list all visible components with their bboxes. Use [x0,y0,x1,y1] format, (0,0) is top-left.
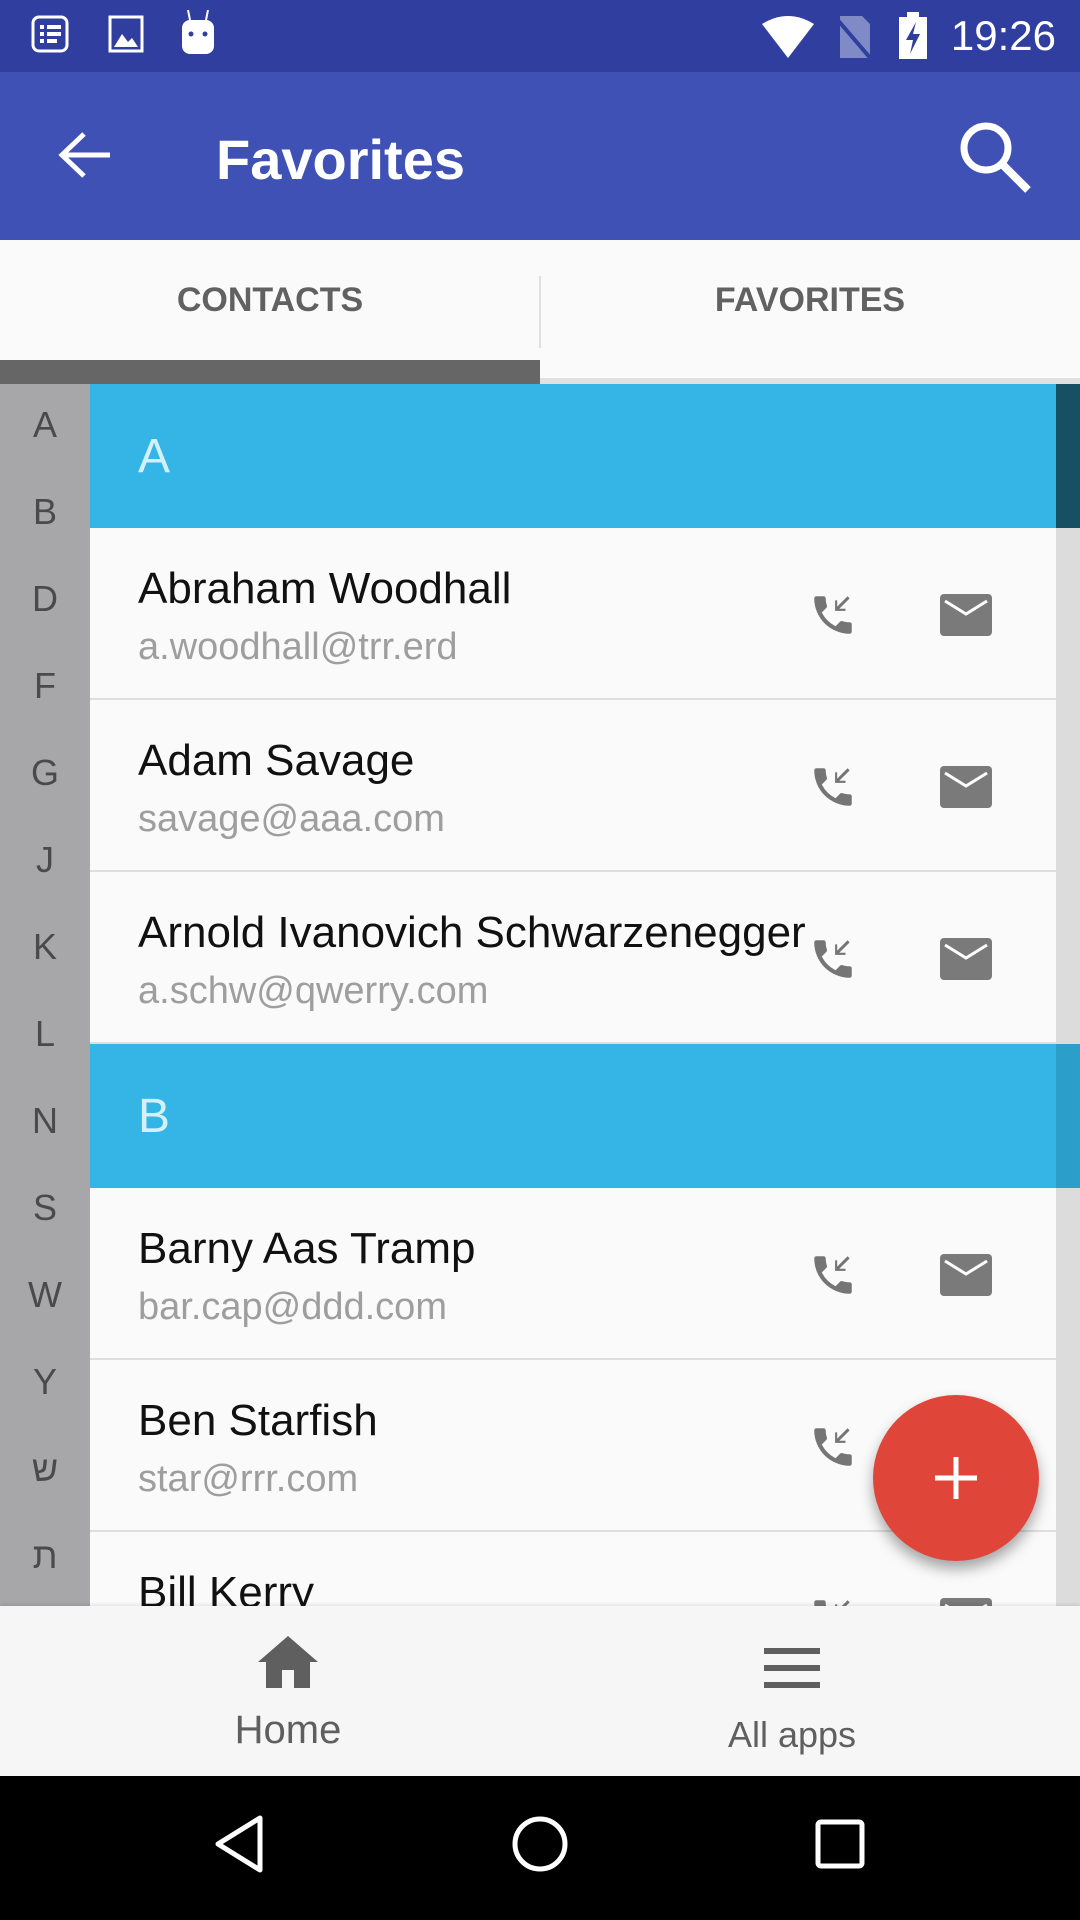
contact-name: Arnold Ivanovich Schwarzenegger [138,908,806,957]
email-button[interactable] [940,1254,992,1301]
nav-home-label: Home [234,1708,342,1752]
index-letter[interactable]: K [0,926,90,968]
tab-contacts[interactable]: CONTACTS [0,240,540,360]
contact-email: star@rrr.com [138,1458,359,1500]
email-icon[interactable] [940,1598,992,1606]
index-letter[interactable]: F [0,665,90,707]
image-icon [108,15,144,53]
call-button[interactable] [808,1594,858,1606]
bottom-navigation: Home All apps [0,1606,1080,1776]
index-letter[interactable]: D [0,578,90,620]
email-button[interactable] [940,594,992,641]
battery-charging-icon [899,12,927,59]
contact-email: a.woodhall@trr.erd [138,626,458,668]
call-button[interactable] [808,934,858,989]
app-bar: Favorites [0,72,1080,240]
call-icon[interactable] [808,590,858,640]
email-icon[interactable] [940,938,992,980]
system-navigation-bar [0,1776,1080,1920]
call-icon[interactable] [808,1594,858,1606]
nav-home[interactable]: Home [18,1606,558,1776]
index-letter[interactable]: J [0,839,90,881]
index-letter[interactable]: A [0,404,90,446]
index-letter[interactable]: B [0,491,90,533]
section-header: B [90,1044,1056,1188]
contact-row[interactable]: Adam Savage savage@aaa.com [90,700,1056,872]
contact-email: savage@aaa.com [138,798,445,840]
contact-name: Adam Savage [138,736,415,785]
scrollbar-track[interactable] [1056,384,1080,1606]
contact-row[interactable]: Abraham Woodhall a.woodhall@trr.erd [90,528,1056,700]
contact-email: a.schw@qwerry.com [138,970,489,1012]
status-bar: 19:26 [0,0,1080,72]
call-icon[interactable] [808,1422,858,1472]
call-button[interactable] [808,1250,858,1305]
back-icon[interactable] [212,1814,268,1874]
menu-icon [764,1648,820,1688]
recents-icon[interactable] [814,1818,866,1870]
contact-name: Abraham Woodhall [138,564,512,613]
tab-indicator [0,360,540,384]
notification-list-icon [31,15,69,53]
index-letter[interactable]: Y [0,1361,90,1403]
email-button[interactable] [940,1598,992,1606]
call-button[interactable] [808,590,858,645]
email-icon[interactable] [940,1254,992,1296]
add-contact-button[interactable] [873,1395,1039,1561]
plus-icon [935,1457,977,1499]
alphabet-index[interactable]: A B D F G J K L N S W Y ש ת [0,384,90,1606]
index-letter[interactable]: ש [0,1448,90,1490]
call-icon[interactable] [808,762,858,812]
arrow-left-icon[interactable] [56,130,112,180]
no-sim-icon [834,16,874,60]
contact-email: bar.cap@ddd.com [138,1286,447,1328]
call-button[interactable] [808,1422,858,1477]
index-letter[interactable]: L [0,1013,90,1055]
wifi-icon [762,16,814,58]
search-icon[interactable] [956,118,1034,196]
scrollbar-thumb[interactable] [1056,384,1080,528]
call-button[interactable] [808,762,858,817]
email-button[interactable] [940,938,992,985]
android-icon [182,10,214,54]
email-icon[interactable] [940,766,992,808]
section-header: A [90,384,1056,528]
tab-bar: CONTACTS FAVORITES [0,240,1080,384]
email-button[interactable] [940,766,992,813]
email-icon[interactable] [940,594,992,636]
page-title: Favorites [216,128,465,191]
nav-all-apps[interactable]: All apps [522,1606,1062,1776]
index-letter[interactable]: G [0,752,90,794]
index-letter[interactable]: N [0,1100,90,1142]
index-letter[interactable]: ת [0,1535,90,1577]
index-letter[interactable]: S [0,1187,90,1229]
contact-row[interactable]: Barny Aas Tramp bar.cap@ddd.com [90,1188,1056,1360]
tab-favorites[interactable]: FAVORITES [540,240,1080,360]
index-letter[interactable]: W [0,1274,90,1316]
contact-name: Barny Aas Tramp [138,1224,476,1273]
home-icon [258,1636,318,1688]
nav-all-apps-label: All apps [727,1714,857,1755]
section-header-edge [1056,1044,1080,1188]
contact-name: Ben Starfish [138,1396,378,1445]
call-icon[interactable] [808,934,858,984]
contact-name: Bill Kerry [138,1568,315,1606]
clock: 19:26 [950,12,1056,59]
call-icon[interactable] [808,1250,858,1300]
contact-row[interactable]: Arnold Ivanovich Schwarzenegger a.schw@qw… [90,872,1056,1044]
home-circle-icon[interactable] [510,1814,570,1874]
